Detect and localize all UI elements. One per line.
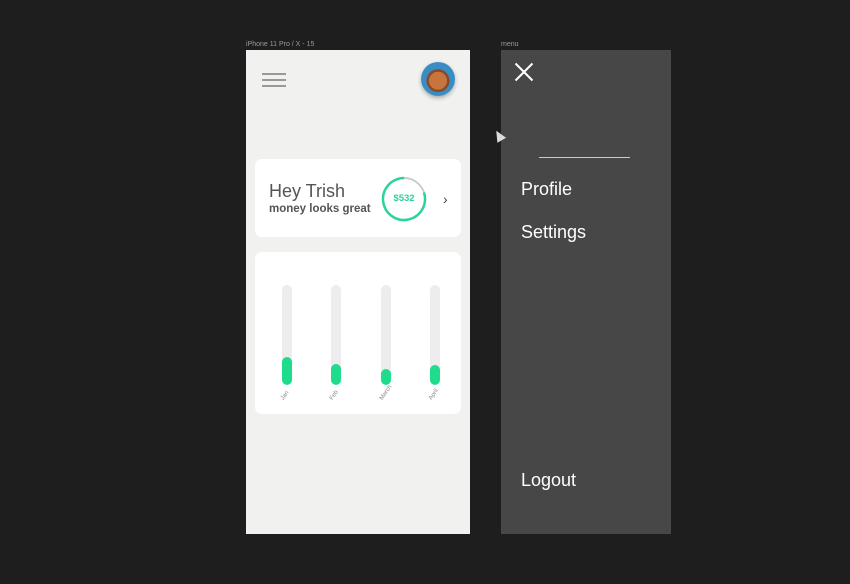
side-menu: Profile Settings Logout [501,50,671,534]
monthly-chart-card: Jan Feb March April [255,252,461,414]
bar-fill-feb [331,364,341,385]
phone-frame: Hey Trish money looks great $532 › Jan Fe… [246,50,470,534]
greeting-card[interactable]: Hey Trish money looks great $532 › [255,159,461,237]
bar-fill-jan [282,357,292,385]
bar-label: Jan [280,390,291,402]
bar-track-feb [331,285,341,385]
menu-item-logout[interactable]: Logout [521,470,576,491]
chevron-right-icon[interactable]: › [443,191,448,207]
avatar[interactable] [421,62,455,96]
bar-track-april [430,285,440,385]
bar-fill-march [381,369,391,385]
bar-fill-april [430,365,440,385]
close-icon[interactable] [514,62,534,82]
frame-label-phone: iPhone 11 Pro / X - 15 [246,41,315,48]
greeting-title: Hey Trish [269,181,346,201]
hamburger-menu-icon[interactable] [262,73,286,91]
bar-label: April [428,388,440,402]
menu-item-profile[interactable]: Profile [521,179,572,200]
frame-label-menu: menu [501,41,519,48]
bar-track-jan [282,285,292,385]
greeting-subtitle: money looks great [269,203,371,215]
bar-label: March [379,384,394,402]
bar-label: Feb [329,389,340,402]
menu-item-settings[interactable]: Settings [521,222,586,243]
bar-track-march [381,285,391,385]
balance-amount: $532 [393,193,415,204]
divider [539,157,630,158]
